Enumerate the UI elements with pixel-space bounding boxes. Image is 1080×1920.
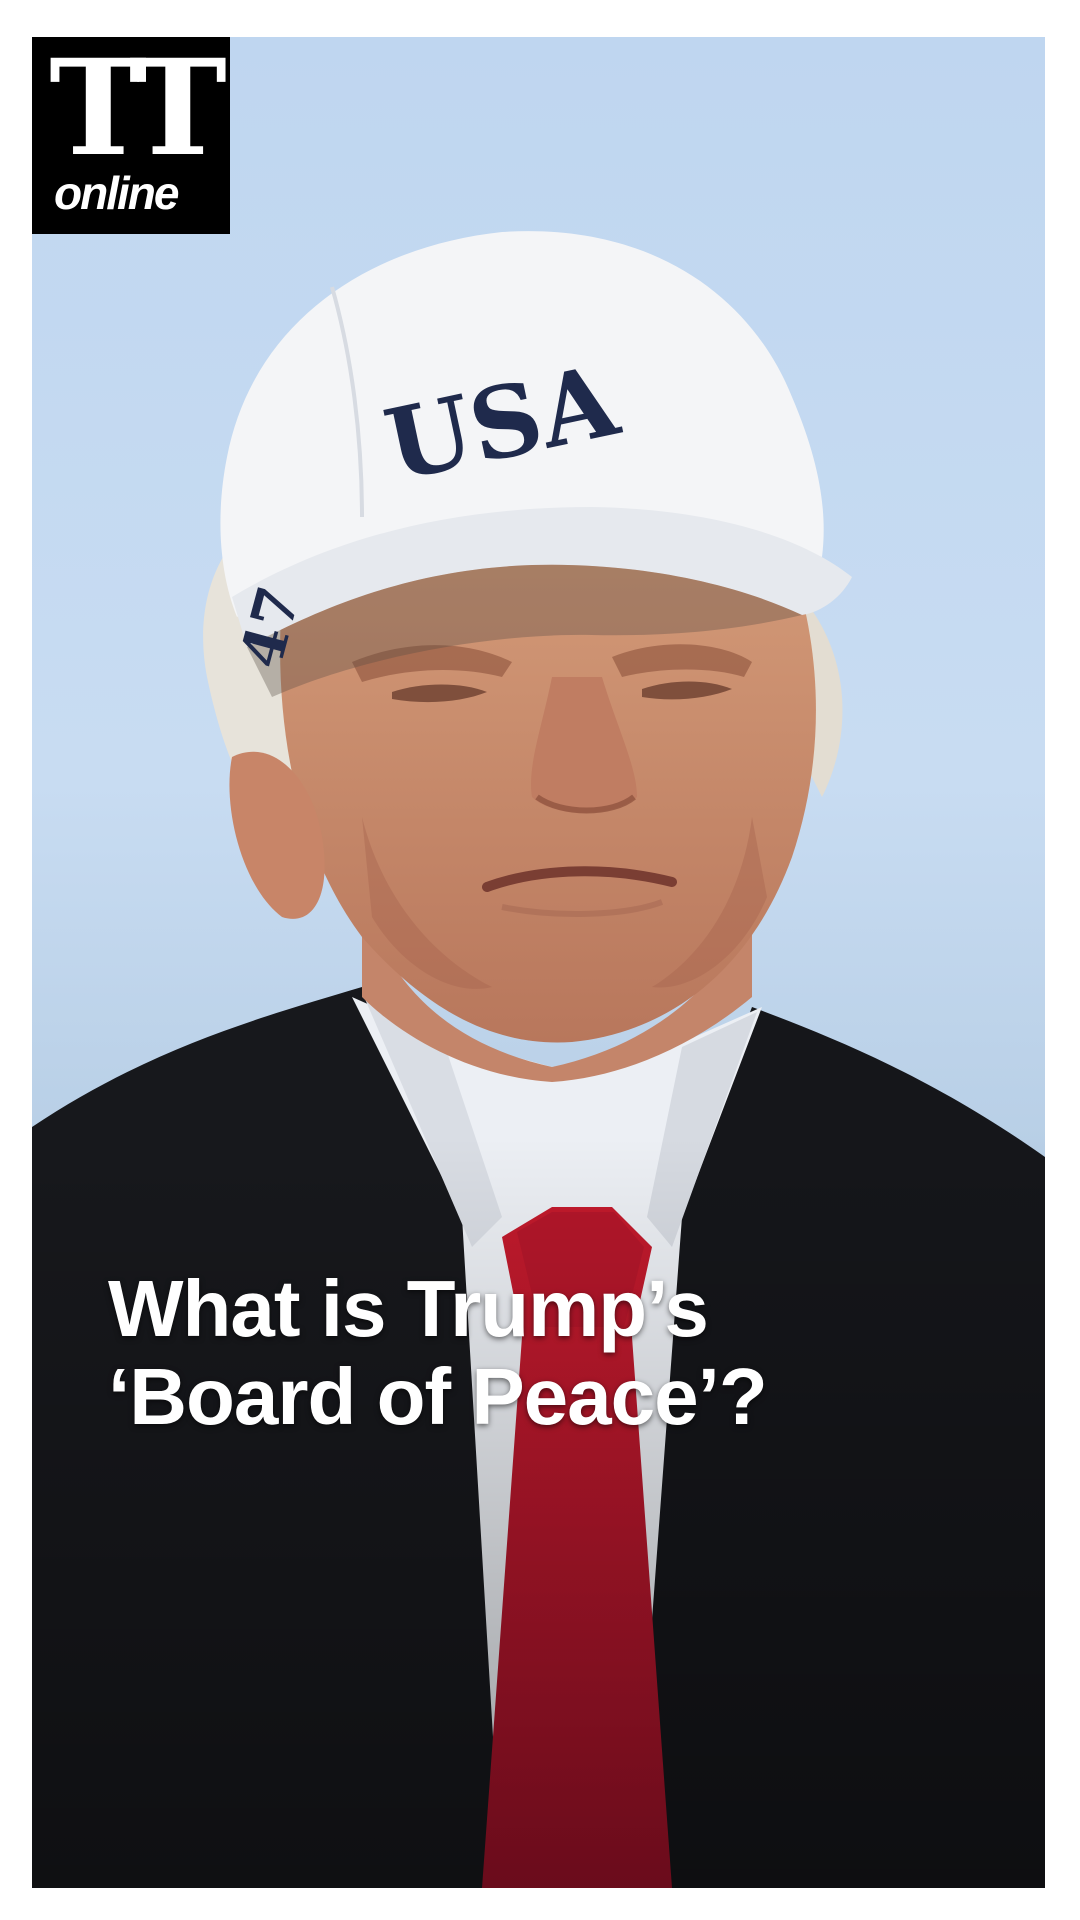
video-frame: USA 47 TT online What is Trump’s ‘Board … xyxy=(32,37,1045,1888)
headline-line-2: ‘Board of Peace’? xyxy=(108,1352,768,1441)
headline: What is Trump’s ‘Board of Peace’? xyxy=(108,1265,988,1441)
tt-online-logo: TT online xyxy=(32,37,230,234)
portrait-photo: USA 47 xyxy=(32,231,1045,1888)
headline-line-1: What is Trump’s xyxy=(108,1264,709,1353)
logo-sub: online xyxy=(54,167,179,219)
logo-mark: TT xyxy=(49,37,227,186)
